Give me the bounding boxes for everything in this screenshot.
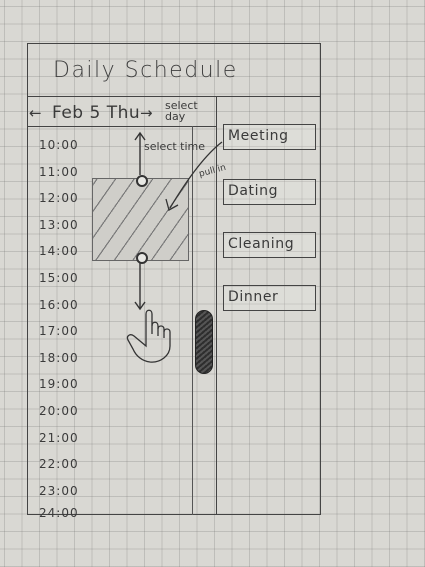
annotation-arrows: [126, 131, 223, 363]
touch-hand-icon: [126, 309, 171, 363]
drag-down-arrow-icon: [134, 262, 146, 311]
pull-in-arrow-icon: [165, 141, 223, 211]
drag-up-arrow-icon: [134, 131, 146, 175]
